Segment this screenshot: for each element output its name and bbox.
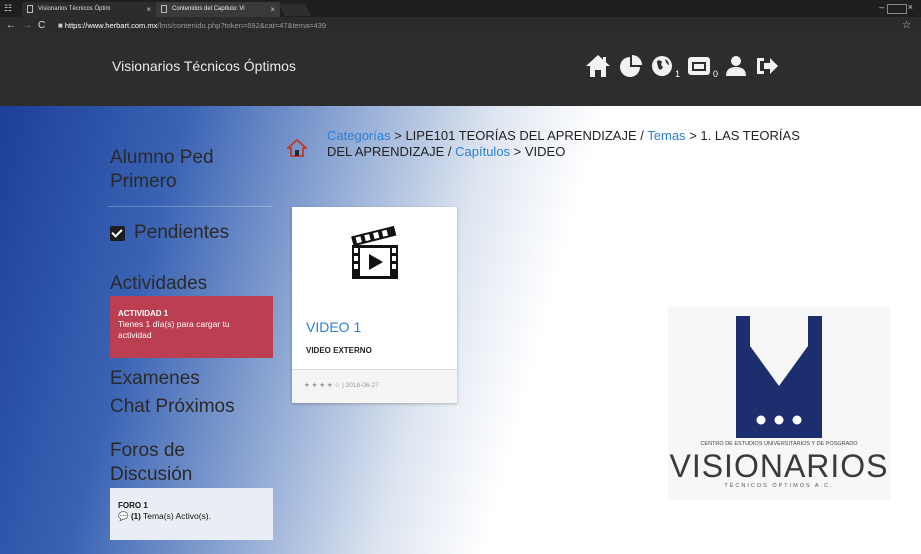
logo-wordmark: VISIONARIOS [669,448,889,484]
sidebar: Alumno Ped Primero Pendientes Actividade… [0,106,280,554]
close-tab-icon[interactable]: × [146,2,151,17]
address-bar: ← → C ■ https://www.herbart.com.mx/lms/co… [0,17,921,34]
forum-title: FORO 1 [118,501,148,510]
card-title[interactable]: VIDEO 1 [306,319,361,335]
card-date: | 2018-06-27 [342,382,379,389]
forum-text: Tema(s) Activo(s). [142,511,211,521]
site-header: Visionarios Técnicos Óptimos 1 0 [0,34,921,106]
sidebar-item-label: Pendientes [134,222,230,243]
student-name: Alumno Ped Primero [110,147,214,192]
globe-icon[interactable]: 1 [651,55,680,79]
breadcrumb-temas[interactable]: Temas [647,128,685,143]
browser-tab-1[interactable]: Visionarios Técnicos Óptim × [22,2,156,17]
sign-out-icon[interactable] [755,55,779,77]
sidebar-item-chat[interactable]: Chat Próximos [110,396,235,418]
card-footer: ★ ★ ★ ★ ☆ | 2018-06-27 [292,369,457,403]
breadcrumb-separator: > [513,144,522,159]
globe-count: 1 [674,69,680,79]
comment-icon: 💬 [118,511,129,521]
url-field[interactable]: ■ https://www.herbart.com.mx/lms/contenid… [58,17,326,34]
logo-tagline: CENTRO DE ESTUDIOS UNIVERSITARIOS Y DE P… [700,441,858,447]
sidebar-item-examenes[interactable]: Examenes [110,368,200,390]
pie-chart-icon[interactable] [619,54,643,78]
activity-text: Tienes 1 día(s) para cargar tu actividad [118,319,230,340]
breadcrumb-home-icon[interactable] [285,138,309,162]
card-subtitle: VIDEO EXTERNO [306,346,372,355]
main-content: Alumno Ped Primero Pendientes Actividade… [0,106,921,554]
breadcrumb: Categorías > LIPE101 TEORÍAS DEL APRENDI… [327,128,827,160]
breadcrumb-categorias[interactable]: Categorías [327,128,391,143]
close-tab-icon[interactable]: × [270,2,275,17]
forum-card[interactable]: FORO 1 💬 (1) Tema(s) Activo(s). [110,488,273,540]
tab-label: Visionarios Técnicos Óptim [38,6,111,12]
page-icon [161,5,167,13]
page-icon [27,5,33,13]
home-icon[interactable] [585,54,611,78]
user-icon[interactable] [725,55,747,77]
video-icon [344,223,406,286]
message-count: 0 [712,69,718,79]
check-square-icon [110,225,125,241]
new-tab-button[interactable] [279,4,311,16]
message-icon[interactable]: 0 [687,55,718,79]
breadcrumb-separator: > [394,128,402,143]
forward-icon[interactable]: → [22,17,32,34]
browser-tab-bar: ☷ Visionarios Técnicos Óptim × Contenido… [0,0,921,17]
bookmark-star-icon[interactable]: ☆ [902,17,911,34]
content-card[interactable]: VIDEO 1 VIDEO EXTERNO ★ ★ ★ ★ ☆ | 2018-0… [292,207,457,403]
sidebar-heading-foros[interactable]: Foros de Discusión [110,439,230,487]
breadcrumb-course: LIPE101 TEORÍAS DEL APRENDIZAJE / [405,128,644,143]
activity-card[interactable]: ACTIVIDAD 1 Tienes 1 día(s) para cargar … [110,296,273,358]
breadcrumb-separator: > [689,128,697,143]
tab-label: Contenidos del Capítulo: Vi [172,6,245,12]
browser-tab-2[interactable]: Contenidos del Capítulo: Vi × [156,2,280,17]
breadcrumb-current: VIDEO [524,144,566,159]
sidebar-heading-actividades[interactable]: Actividades [110,273,207,295]
rating-stars: ★ ★ ★ ★ ☆ [304,382,341,389]
visionarios-logo: CENTRO DE ESTUDIOS UNIVERSITARIOS Y DE P… [668,306,890,500]
incognito-icon: ☷ [4,3,13,13]
header-icons: 1 0 [585,46,787,86]
breadcrumb-capitulos[interactable]: Capítulos [455,144,510,159]
back-icon[interactable]: ← [6,17,16,34]
site-brand[interactable]: Visionarios Técnicos Óptimos [112,58,296,74]
window-controls[interactable]: – × [879,2,917,12]
logo-subtitle: TÉCNICOS ÓPTIMOS A.C. [724,483,834,489]
forum-count: (1) [130,512,141,521]
sidebar-item-pendientes[interactable]: Pendientes [110,222,229,244]
activity-title: ACTIVIDAD 1 [118,309,169,318]
lock-icon: ■ [58,21,63,30]
reload-icon[interactable]: C [38,17,45,34]
sidebar-divider [108,206,273,207]
